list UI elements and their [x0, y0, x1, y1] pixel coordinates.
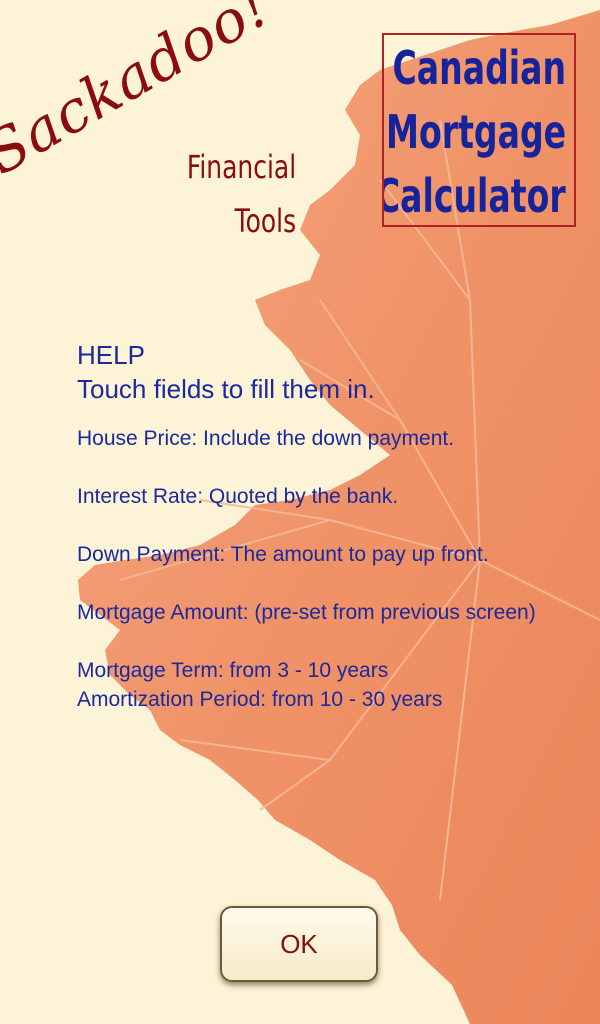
help-down-payment: Down Payment: The amount to pay up front… [77, 543, 489, 566]
help-subheading: Touch fields to fill them in. [77, 374, 375, 404]
app-title-box: Canadian Mortgage Calculator [382, 33, 576, 227]
help-heading: HELP [77, 340, 145, 370]
brand-subtitle-line2: Tools [234, 202, 296, 240]
help-mortgage-amount: Mortgage Amount: (pre-set from previous … [77, 601, 536, 624]
help-mortgage-term: Mortgage Term: from 3 - 10 years [77, 659, 389, 682]
help-interest-rate: Interest Rate: Quoted by the bank. [77, 485, 399, 508]
app-title-line1: Canadian [392, 41, 566, 95]
brand-logo: Sackadoo! Financial Tools [0, 0, 320, 260]
help-panel: HELP Touch fields to fill them in. House… [77, 338, 577, 714]
help-house-price: House Price: Include the down payment. [77, 427, 455, 450]
ok-button[interactable]: OK [220, 906, 378, 982]
ok-button-label: OK [280, 928, 318, 959]
brand-subtitle-line1: Financial [186, 148, 296, 186]
help-amortization: Amortization Period: from 10 - 30 years [77, 688, 443, 711]
brand-subtitle: Financial Tools [187, 140, 296, 248]
app-title-line2: Mortgage [385, 105, 566, 159]
app-title-line3: Calculator [382, 169, 566, 223]
